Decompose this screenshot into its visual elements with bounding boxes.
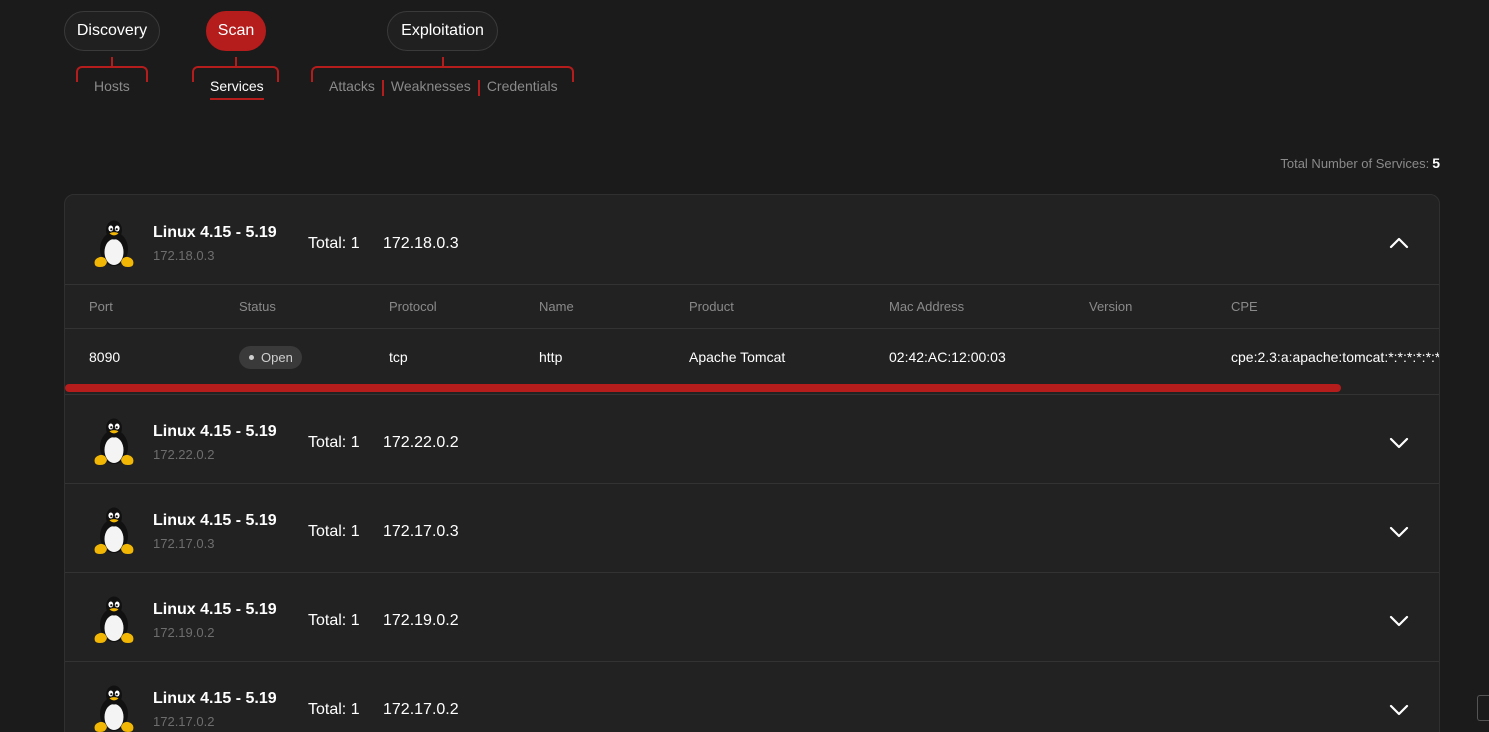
host-row[interactable]: Linux 4.15 - 5.19 172.18.0.3 Total: 1 17… bbox=[65, 195, 1439, 284]
host-os: Linux 4.15 - 5.19 bbox=[153, 224, 277, 241]
linux-tux-icon bbox=[91, 684, 137, 732]
host-ip: 172.17.0.3 bbox=[383, 523, 459, 540]
linux-tux-icon bbox=[91, 417, 137, 467]
host-os: Linux 4.15 - 5.19 bbox=[153, 690, 277, 707]
cell-mac-address: 02:42:AC:12:00:03 bbox=[889, 349, 1006, 365]
subtab-credentials[interactable]: Credentials bbox=[487, 78, 558, 98]
tab-discovery[interactable]: Discovery bbox=[64, 11, 160, 51]
tab-scan[interactable]: Scan bbox=[206, 11, 266, 51]
status-label: Open bbox=[261, 350, 293, 365]
host-row[interactable]: Linux 4.15 - 5.19 172.17.0.3 Total: 1 17… bbox=[65, 484, 1439, 573]
subtab-services[interactable]: Services bbox=[210, 78, 264, 100]
chevron-up-icon[interactable] bbox=[1389, 237, 1409, 249]
host-os: Linux 4.15 - 5.19 bbox=[153, 512, 277, 529]
host-ip-secondary: 172.18.0.3 bbox=[153, 248, 215, 263]
chevron-down-icon[interactable] bbox=[1389, 526, 1409, 538]
total-services: Total Number of Services: 5 bbox=[1280, 155, 1440, 171]
subtab-hosts[interactable]: Hosts bbox=[94, 78, 130, 98]
services-table-header: Port Status Protocol Name Product Mac Ad… bbox=[65, 284, 1439, 329]
cell-product: Apache Tomcat bbox=[689, 349, 786, 365]
host-service-total: Total: 1 bbox=[308, 235, 360, 252]
host-service-total: Total: 1 bbox=[308, 701, 360, 718]
column-header-cpe[interactable]: CPE bbox=[1231, 299, 1258, 314]
subtab-divider bbox=[381, 80, 384, 96]
host-ip: 172.22.0.2 bbox=[383, 434, 459, 451]
column-header-protocol[interactable]: Protocol bbox=[389, 299, 437, 314]
host-service-total: Total: 1 bbox=[308, 612, 360, 629]
host-ip-secondary: 172.22.0.2 bbox=[153, 447, 215, 462]
subtab-weaknesses[interactable]: Weaknesses bbox=[391, 78, 471, 98]
host-os: Linux 4.15 - 5.19 bbox=[153, 601, 277, 618]
chevron-down-icon[interactable] bbox=[1389, 437, 1409, 449]
subtabs-scan: Services bbox=[210, 78, 264, 100]
host-os: Linux 4.15 - 5.19 bbox=[153, 423, 277, 440]
tab-exploitation[interactable]: Exploitation bbox=[387, 11, 498, 51]
host-ip-secondary: 172.17.0.3 bbox=[153, 536, 215, 551]
host-service-total: Total: 1 bbox=[308, 523, 360, 540]
host-ip: 172.19.0.2 bbox=[383, 612, 459, 629]
host-list: Linux 4.15 - 5.19 172.18.0.3 Total: 1 17… bbox=[64, 194, 1440, 732]
column-header-product[interactable]: Product bbox=[689, 299, 734, 314]
services-table: Port Status Protocol Name Product Mac Ad… bbox=[65, 284, 1439, 395]
subtab-attacks[interactable]: Attacks bbox=[329, 78, 375, 98]
host-row[interactable]: Linux 4.15 - 5.19 172.22.0.2 Total: 1 17… bbox=[65, 395, 1439, 484]
status-badge: Open bbox=[239, 346, 302, 369]
status-dot-icon bbox=[249, 355, 254, 360]
column-header-status[interactable]: Status bbox=[239, 299, 276, 314]
column-header-mac-address[interactable]: Mac Address bbox=[889, 299, 964, 314]
horizontal-scrollbar[interactable] bbox=[65, 384, 1341, 392]
linux-tux-icon bbox=[91, 506, 137, 556]
subtabs-exploitation: Attacks Weaknesses Credentials bbox=[329, 78, 558, 98]
column-header-name[interactable]: Name bbox=[539, 299, 574, 314]
host-ip-secondary: 172.19.0.2 bbox=[153, 625, 215, 640]
host-row[interactable]: Linux 4.15 - 5.19 172.19.0.2 Total: 1 17… bbox=[65, 573, 1439, 662]
host-service-total: Total: 1 bbox=[308, 434, 360, 451]
host-row[interactable]: Linux 4.15 - 5.19 172.17.0.2 Total: 1 17… bbox=[65, 662, 1439, 732]
host-ip-secondary: 172.17.0.2 bbox=[153, 714, 215, 729]
column-header-port[interactable]: Port bbox=[89, 299, 113, 314]
linux-tux-icon bbox=[91, 595, 137, 645]
subtab-divider bbox=[477, 80, 480, 96]
chevron-down-icon[interactable] bbox=[1389, 704, 1409, 716]
chevron-down-icon[interactable] bbox=[1389, 615, 1409, 627]
cell-port: 8090 bbox=[89, 349, 121, 365]
column-header-version[interactable]: Version bbox=[1089, 299, 1132, 314]
linux-tux-icon bbox=[91, 219, 137, 269]
cell-name: http bbox=[539, 349, 563, 365]
total-services-label: Total Number of Services: bbox=[1280, 156, 1430, 171]
cell-cpe: cpe:2.3:a:apache:tomcat:*:*:*:*:*:*:*:* bbox=[1231, 349, 1440, 365]
subtabs-discovery: Hosts bbox=[94, 78, 130, 98]
cell-protocol: tcp bbox=[389, 349, 408, 365]
side-handle[interactable] bbox=[1477, 695, 1489, 721]
host-ip: 172.18.0.3 bbox=[383, 235, 459, 252]
host-ip: 172.17.0.2 bbox=[383, 701, 459, 718]
table-row[interactable]: 8090 Open tcp http Apache Tomcat 02:42:A… bbox=[65, 329, 1439, 385]
total-services-count: 5 bbox=[1432, 155, 1440, 171]
